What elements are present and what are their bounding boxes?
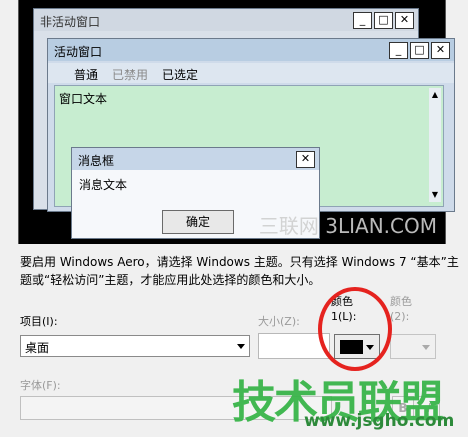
inactive-window-caption-buttons: _ □ ✕ [353, 12, 414, 29]
color1-swatch [340, 340, 363, 354]
message-box-title: 消息框 [78, 154, 115, 168]
color1-label-line2: 1(L): [331, 310, 357, 323]
inactive-window-title: 非活动窗口 [40, 15, 101, 29]
minimize-icon: _ [389, 42, 408, 59]
close-icon: ✕ [296, 151, 315, 168]
message-box-titlebar: 消息框 ✕ [72, 148, 319, 170]
minimize-icon: _ [353, 12, 372, 29]
scroll-up-icon[interactable]: ▲ [430, 90, 440, 100]
active-window-title: 活动窗口 [54, 45, 103, 59]
preview-menubar: 普通 已禁用 已选定 [48, 63, 454, 83]
message-box-caption-buttons: ✕ [296, 151, 315, 168]
scrollbar[interactable]: ▲ ▼ [429, 88, 441, 202]
maximize-icon: □ [410, 42, 429, 59]
item-select[interactable]: 桌面 [20, 335, 250, 357]
size-field[interactable] [258, 333, 330, 359]
color1-picker-button[interactable] [334, 334, 380, 359]
aero-description: 要启用 Windows Aero，请选择 Windows 主题。只有选择 Win… [20, 255, 459, 287]
color2-label: 颜色 (2): [390, 294, 412, 324]
appearance-preview: 非活动窗口 _ □ ✕ 活动窗口 _ □ ✕ 普通 已禁用 已选定 窗口文本 ▲ [18, 0, 455, 244]
item-label: 项目(I): [20, 315, 58, 328]
menu-item-normal[interactable]: 普通 [74, 66, 98, 83]
color2-label-line2: (2): [390, 310, 410, 323]
watermark-sanlian: 三联网 3LIAN.COM [258, 214, 437, 238]
color2-picker-button[interactable] [390, 334, 436, 359]
font-label: 字体(F): [20, 379, 61, 392]
menu-item-selected[interactable]: 已选定 [162, 66, 198, 83]
size-label: 大小(Z): [258, 315, 300, 328]
maximize-icon: □ [374, 12, 393, 29]
chevron-down-icon [422, 345, 430, 350]
active-window-caption-buttons: _ □ ✕ [389, 42, 450, 59]
close-icon: ✕ [395, 12, 414, 29]
scroll-down-icon[interactable]: ▼ [430, 190, 440, 200]
color1-label-line1: 颜色 [331, 295, 353, 308]
menu-item-disabled[interactable]: 已禁用 [112, 66, 148, 83]
chevron-down-icon [366, 345, 374, 350]
message-text: 消息文本 [79, 178, 128, 192]
color2-label-line1: 颜色 [390, 295, 412, 308]
close-icon: ✕ [431, 42, 450, 59]
window-text: 窗口文本 [59, 92, 108, 106]
color1-label: 颜色 1(L): [331, 294, 356, 324]
active-window-titlebar: 活动窗口 _ □ ✕ [48, 39, 454, 61]
chevron-down-icon [237, 344, 245, 349]
ok-button[interactable]: 确定 [162, 210, 234, 234]
item-select-value: 桌面 [25, 341, 50, 355]
inactive-window-titlebar: 非活动窗口 _ □ ✕ [34, 9, 418, 31]
watermark-url: www.jsgho.com [304, 411, 455, 431]
